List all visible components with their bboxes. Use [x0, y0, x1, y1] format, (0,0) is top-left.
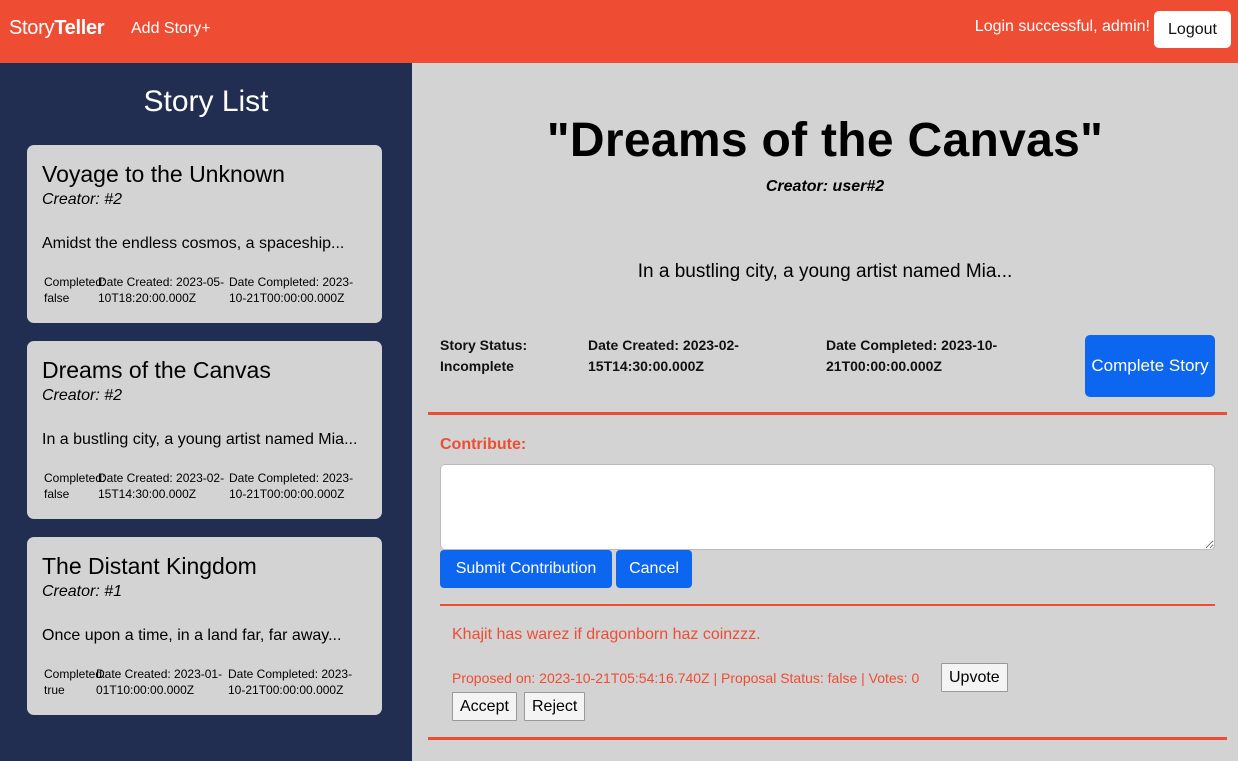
story-list-title: Story List	[143, 85, 269, 118]
upvote-button[interactable]: Upvote	[941, 663, 1008, 692]
story-card-date-created: Date Created: 2023-05-10T18:20:00.000Z	[98, 275, 225, 305]
story-card-creator: Creator: #2	[42, 387, 123, 404]
story-card-title: Voyage to the Unknown	[42, 161, 285, 187]
story-card-excerpt: Once upon a time, in a land far, far awa…	[42, 627, 342, 644]
story-card-excerpt: In a bustling city, a young artist named…	[42, 431, 358, 448]
story-card-date-created: Date Created: 2023-01-01T10:00:00.000Z	[96, 667, 223, 697]
divider	[428, 737, 1227, 740]
brand-logo[interactable]: StoryTeller	[9, 17, 105, 40]
story-card-creator: Creator: #2	[42, 191, 123, 208]
contribution-input[interactable]	[440, 464, 1215, 550]
story-title: "Dreams of the Canvas"	[546, 114, 1104, 167]
story-detail-panel: "Dreams of the Canvas" Creator: user#2 I…	[412, 63, 1238, 761]
story-card[interactable]: Dreams of the Canvas Creator: #2 In a bu…	[27, 341, 382, 519]
cancel-button[interactable]: Cancel	[616, 550, 692, 588]
reject-button[interactable]: Reject	[524, 692, 586, 721]
logout-button[interactable]: Logout	[1154, 11, 1231, 48]
story-card-date-completed: Date Completed: 2023-10-21T00:00:00.000Z	[229, 471, 354, 501]
story-card[interactable]: The Distant Kingdom Creator: #1 Once upo…	[27, 537, 382, 715]
submit-contribution-button[interactable]: Submit Contribution	[440, 550, 612, 588]
add-story-link[interactable]: Add Story+	[131, 20, 211, 38]
story-card-title: The Distant Kingdom	[42, 553, 257, 579]
contribute-label: Contribute:	[440, 436, 527, 453]
login-status-message: Login successful, admin!	[974, 18, 1150, 35]
story-card-excerpt: Amidst the endless cosmos, a spaceship..…	[42, 235, 345, 252]
divider	[440, 604, 1215, 606]
story-card-completed: Completed: true	[44, 667, 106, 697]
brand-part-2: Teller	[54, 17, 105, 39]
story-creator: Creator: user#2	[765, 178, 885, 195]
story-card-completed: Completed: false	[44, 275, 106, 305]
accept-button[interactable]: Accept	[452, 692, 517, 721]
top-navbar: StoryTeller Add Story+ Login successful,…	[0, 0, 1238, 63]
story-card-date-completed: Date Completed: 2023-10-21T00:00:00.000Z	[229, 275, 354, 305]
story-card-date-completed: Date Completed: 2023-10-21T00:00:00.000Z	[228, 667, 353, 697]
divider	[428, 412, 1227, 415]
story-date-created: Date Created: 2023-02-15T14:30:00.000Z	[588, 337, 739, 374]
story-card[interactable]: Voyage to the Unknown Creator: #2 Amidst…	[27, 145, 382, 323]
story-card-creator: Creator: #1	[42, 583, 123, 600]
story-status: Story Status: Incomplete	[440, 337, 528, 374]
brand-part-1: Story	[9, 17, 55, 39]
story-card-date-created: Date Created: 2023-02-15T14:30:00.000Z	[98, 471, 225, 501]
proposal-text: Khajit has warez if dragonborn haz coinz…	[452, 626, 761, 643]
complete-story-button[interactable]: Complete Story	[1085, 335, 1215, 397]
story-card-completed: Completed: false	[44, 471, 106, 501]
story-excerpt: In a bustling city, a young artist named…	[637, 261, 1013, 282]
story-card-title: Dreams of the Canvas	[42, 357, 271, 383]
story-list-sidebar: Story List Voyage to the Unknown Creator…	[0, 63, 412, 761]
story-date-completed: Date Completed: 2023-10-21T00:00:00.000Z	[826, 337, 998, 374]
proposal-meta: Proposed on: 2023-10-21T05:54:16.740Z | …	[452, 670, 920, 686]
